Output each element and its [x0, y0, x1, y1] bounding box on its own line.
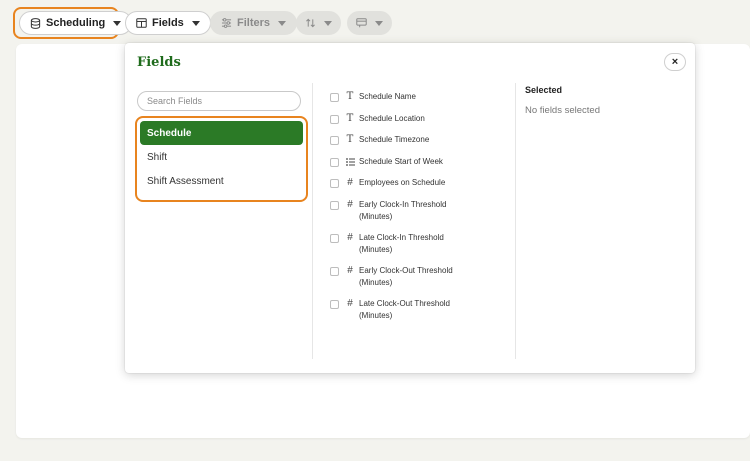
- field-checkbox[interactable]: [330, 158, 339, 167]
- fields-popover: Fields × Schedule Shift Shift Assessment…: [125, 43, 695, 373]
- field-row[interactable]: # Early Clock-In Threshold (Minutes): [330, 197, 510, 230]
- number-type-icon: #: [347, 177, 353, 188]
- selected-fields-panel: Selected No fields selected: [525, 85, 675, 116]
- chevron-down-icon: [324, 20, 332, 26]
- sliders-icon: [221, 18, 232, 28]
- number-type-icon: #: [347, 298, 353, 309]
- field-checkbox[interactable]: [330, 115, 339, 124]
- selected-title: Selected: [525, 85, 563, 95]
- database-icon: [30, 17, 41, 29]
- fields-list: T Schedule Name T Schedule Location T Sc…: [330, 89, 510, 329]
- field-row[interactable]: # Early Clock-Out Threshold (Minutes): [330, 263, 510, 296]
- number-type-icon: #: [347, 265, 353, 276]
- sort-arrows-icon: [305, 18, 316, 28]
- selected-empty-message: No fields selected: [525, 105, 600, 116]
- field-row[interactable]: T Schedule Name: [330, 89, 510, 111]
- category-list: Schedule Shift Shift Assessment: [135, 116, 308, 202]
- number-type-icon: #: [347, 232, 353, 243]
- chevron-down-icon: [113, 20, 122, 26]
- column-divider: [312, 83, 313, 359]
- fields-label: Fields: [152, 17, 184, 29]
- close-button[interactable]: ×: [664, 53, 686, 71]
- category-item-shift-assessment[interactable]: Shift Assessment: [140, 169, 303, 193]
- list-type-icon: [344, 158, 356, 166]
- toolbar: Scheduling Fields Filters: [0, 0, 750, 44]
- scheduling-dropdown-button[interactable]: Scheduling: [19, 11, 133, 35]
- field-row[interactable]: T Schedule Timezone: [330, 132, 510, 154]
- field-label: Late Clock-Out Threshold (Minutes): [359, 299, 451, 320]
- field-label: Employees on Schedule: [359, 178, 446, 187]
- field-row[interactable]: # Late Clock-Out Threshold (Minutes): [330, 296, 510, 329]
- field-checkbox[interactable]: [330, 234, 339, 243]
- view-options-dropdown-button[interactable]: [347, 11, 392, 35]
- fields-dropdown-button[interactable]: Fields: [125, 11, 211, 35]
- field-label: Schedule Start of Week: [359, 157, 443, 166]
- field-label: Schedule Timezone: [359, 135, 430, 144]
- layout-icon: [356, 18, 367, 28]
- chevron-down-icon: [278, 20, 287, 26]
- close-icon: ×: [671, 56, 679, 68]
- field-label: Schedule Name: [359, 92, 416, 101]
- field-checkbox[interactable]: [330, 179, 339, 188]
- chevron-down-icon: [191, 20, 200, 26]
- filters-dropdown-button[interactable]: Filters: [210, 11, 298, 35]
- field-row[interactable]: T Schedule Location: [330, 111, 510, 132]
- field-checkbox[interactable]: [330, 136, 339, 145]
- chevron-down-icon: [375, 20, 383, 26]
- scheduling-label: Scheduling: [46, 17, 106, 29]
- text-type-icon: T: [346, 113, 354, 124]
- popover-title: Fields: [137, 55, 181, 70]
- number-type-icon: #: [347, 199, 353, 210]
- field-row[interactable]: # Employees on Schedule: [330, 175, 510, 197]
- field-checkbox[interactable]: [330, 201, 339, 210]
- table-icon: [136, 18, 147, 28]
- field-label: Early Clock-Out Threshold (Minutes): [359, 266, 453, 287]
- column-divider: [515, 83, 516, 359]
- field-label: Schedule Location: [359, 114, 425, 123]
- field-row[interactable]: Schedule Start of Week: [330, 154, 510, 175]
- category-item-shift[interactable]: Shift: [140, 145, 303, 169]
- field-checkbox[interactable]: [330, 300, 339, 309]
- filters-label: Filters: [237, 17, 271, 29]
- text-type-icon: T: [346, 91, 354, 102]
- field-label: Early Clock-In Threshold (Minutes): [359, 200, 447, 221]
- field-label: Late Clock-In Threshold (Minutes): [359, 233, 444, 254]
- category-item-schedule[interactable]: Schedule: [140, 121, 303, 145]
- text-type-icon: T: [346, 134, 354, 145]
- field-row[interactable]: # Late Clock-In Threshold (Minutes): [330, 230, 510, 263]
- search-fields-input[interactable]: [137, 91, 301, 111]
- field-checkbox[interactable]: [330, 93, 339, 102]
- field-checkbox[interactable]: [330, 267, 339, 276]
- sort-dropdown-button[interactable]: [296, 11, 341, 35]
